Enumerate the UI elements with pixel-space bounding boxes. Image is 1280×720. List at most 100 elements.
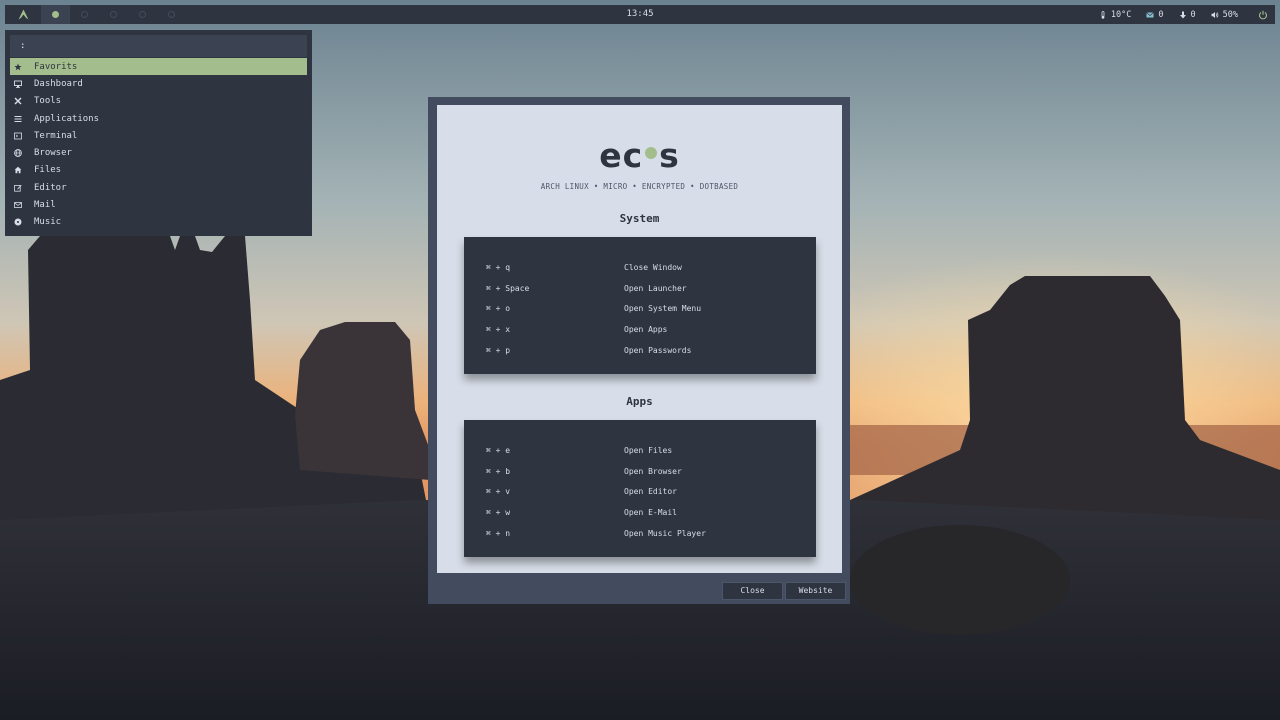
mail-icon — [12, 199, 24, 211]
launcher-item-label: Mail — [34, 200, 56, 211]
volume-value: 50% — [1222, 9, 1238, 20]
power-icon — [1258, 10, 1268, 19]
key-action: Open System Menu — [624, 304, 702, 314]
updates-count: 0 — [1190, 9, 1196, 20]
system-section-title: System — [619, 212, 660, 225]
mail-icon — [1146, 11, 1155, 17]
dot-icon — [168, 11, 175, 18]
key-combo: ⌘ + w — [486, 507, 511, 517]
launcher-item-label: Applications — [34, 113, 100, 124]
key-action: Open E-Mail — [624, 507, 677, 517]
app-menu-button[interactable] — [5, 5, 41, 24]
temperature-widget[interactable]: 10°C — [1099, 10, 1131, 20]
key-action: Open Launcher — [624, 283, 687, 293]
workspace-1[interactable] — [41, 5, 70, 24]
launcher-item-favorits[interactable]: Favorits — [10, 58, 307, 76]
key-action: Open Passwords — [624, 345, 692, 355]
key-row: ⌘ + x Open Apps — [464, 319, 816, 340]
launcher-item-editor[interactable]: Editor — [10, 179, 307, 196]
launcher-item-tools[interactable]: Tools — [10, 93, 307, 110]
key-combo: ⌘ + e — [486, 445, 511, 455]
launcher-item-browser[interactable]: Browser — [10, 144, 307, 161]
apps-section-title: Apps — [626, 395, 653, 408]
workspace-5[interactable] — [157, 5, 186, 24]
key-combo: ⌘ + p — [486, 345, 511, 355]
workspace-3[interactable] — [99, 5, 128, 24]
edit-icon — [12, 182, 24, 194]
updates-widget[interactable]: 0 — [1179, 10, 1196, 20]
launcher-item-dashboard[interactable]: Dashboard — [10, 75, 307, 92]
launcher-item-music[interactable]: Music — [10, 214, 307, 231]
system-keybindings: ⌘ + q Close Window ⌘ + Space Open Launch… — [464, 237, 816, 374]
launcher-search-input[interactable]: : — [10, 35, 307, 57]
apps-keybindings: ⌘ + e Open Files ⌘ + b Open Browser ⌘ + … — [464, 420, 816, 557]
key-action: Open Files — [624, 445, 673, 455]
globe-icon — [12, 147, 24, 159]
launcher-item-files[interactable]: Files — [10, 162, 307, 179]
key-action: Open Browser — [624, 466, 682, 476]
key-action: Open Apps — [624, 324, 668, 334]
terminal-icon — [12, 130, 24, 142]
key-action: Open Editor — [624, 487, 677, 497]
key-row: ⌘ + v Open Editor — [464, 481, 816, 502]
key-row: ⌘ + o Open System Menu — [464, 298, 816, 319]
website-button[interactable]: Website — [785, 582, 846, 600]
launcher-item-label: Browser — [34, 148, 72, 159]
launcher-item-terminal[interactable]: Terminal — [10, 127, 307, 144]
launcher-item-applications[interactable]: Applications — [10, 110, 307, 127]
key-combo: ⌘ + o — [486, 304, 511, 314]
clock: 13:45 — [626, 9, 654, 19]
status-area: 10°C 0 0 50% — [1099, 5, 1275, 24]
logo-text-right: s — [659, 136, 680, 175]
key-combo: ⌘ + Space — [486, 283, 530, 293]
launcher-item-label: Files — [34, 165, 62, 176]
arch-logo-icon — [18, 9, 28, 20]
dot-icon — [139, 11, 146, 18]
mail-widget[interactable]: 0 — [1146, 9, 1164, 20]
temperature-value: 10°C — [1110, 9, 1132, 20]
key-row: ⌘ + q Close Window — [464, 257, 816, 278]
key-row: ⌘ + Space Open Launcher — [464, 278, 816, 299]
thermometer-icon — [1101, 10, 1105, 19]
logo-dot-icon — [645, 147, 658, 159]
key-row: ⌘ + n Open Music Player — [464, 523, 816, 544]
launcher-item-label: Editor — [34, 182, 67, 193]
key-combo: ⌘ + n — [486, 528, 511, 538]
volume-icon — [1211, 11, 1218, 18]
welcome-dialog: ec s ARCH LINUX • MICRO • ENCRYPTED • DOT… — [428, 97, 850, 604]
launcher-item-label: Terminal — [34, 130, 78, 141]
download-icon — [1179, 11, 1186, 18]
tagline: ARCH LINUX • MICRO • ENCRYPTED • DOTBASE… — [540, 182, 739, 191]
logo-text-left: ec — [599, 136, 644, 175]
key-row: ⌘ + w Open E-Mail — [464, 502, 816, 523]
launcher-item-label: Dashboard — [34, 78, 83, 89]
workspace-switcher — [41, 5, 186, 24]
launcher-item-mail[interactable]: Mail — [10, 196, 307, 213]
key-combo: ⌘ + b — [486, 466, 511, 476]
workspace-2[interactable] — [70, 5, 99, 24]
launcher-item-label: Music — [34, 217, 62, 228]
power-button[interactable] — [1253, 5, 1273, 24]
home-icon — [12, 164, 24, 176]
volume-widget[interactable]: 50% — [1211, 10, 1238, 20]
key-row: ⌘ + p Open Passwords — [464, 340, 816, 361]
monitor-icon — [12, 78, 24, 90]
launcher-menu: : Favorits Dashboard Tools Applications — [5, 30, 312, 236]
close-button[interactable]: Close — [722, 582, 783, 600]
star-icon — [12, 61, 24, 73]
list-icon — [12, 113, 24, 125]
key-row: ⌘ + e Open Files — [464, 440, 816, 461]
key-row: ⌘ + b Open Browser — [464, 461, 816, 482]
dialog-content: ec s ARCH LINUX • MICRO • ENCRYPTED • DOT… — [437, 105, 842, 573]
dot-icon — [110, 11, 117, 18]
launcher-item-label: Favorits — [34, 61, 78, 72]
mail-count: 0 — [1158, 9, 1164, 20]
ecos-logo: ec s — [437, 138, 842, 174]
key-combo: ⌘ + x — [486, 324, 511, 334]
workspace-4[interactable] — [128, 5, 157, 24]
dot-icon — [81, 11, 88, 18]
key-action: Close Window — [624, 262, 682, 272]
tools-icon — [12, 95, 24, 107]
key-combo: ⌘ + v — [486, 487, 511, 497]
key-combo: ⌘ + q — [486, 262, 511, 272]
